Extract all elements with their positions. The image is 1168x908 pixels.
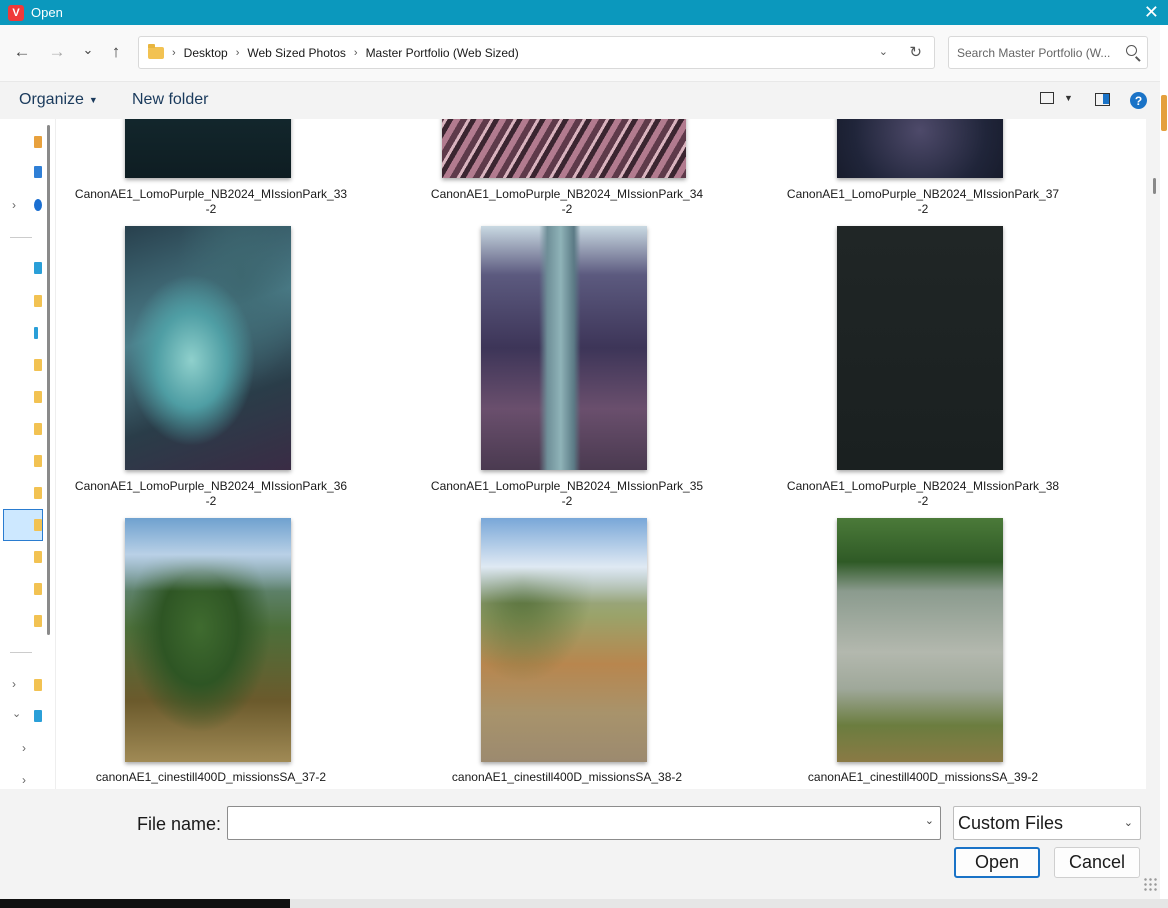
new-folder-button[interactable]: New folder: [132, 91, 208, 109]
file-thumbnail[interactable]: [442, 119, 686, 178]
onedrive-icon[interactable]: [34, 199, 42, 211]
open-button[interactable]: Open: [954, 847, 1040, 878]
folder-icon[interactable]: [34, 295, 42, 307]
folder-icon[interactable]: [34, 487, 42, 499]
window-title: Open: [31, 5, 63, 20]
breadcrumb-chevron-icon: ›: [172, 46, 176, 59]
file-thumbnail[interactable]: [837, 119, 1003, 178]
background-window-edge: [1160, 25, 1168, 908]
chevron-down-icon: ⌄: [1123, 817, 1133, 829]
navigation-pane: › › ⌄ › ›: [0, 119, 56, 789]
preview-pane-icon[interactable]: [1095, 93, 1110, 106]
resize-grip-icon[interactable]: [1143, 877, 1157, 891]
back-arrow-icon[interactable]: ←: [10, 40, 34, 64]
dialog-footer: File name: ⌄ Custom Files ⌄ Open Cancel: [0, 789, 1160, 899]
help-icon[interactable]: ?: [1130, 92, 1147, 109]
file-thumbnail[interactable]: [125, 226, 291, 470]
file-name-label[interactable]: canonAE1_cinestill400D_missionsSA_39-2: [783, 770, 1063, 785]
breadcrumb-master-portfolio[interactable]: Master Portfolio (Web Sized): [366, 46, 519, 60]
file-name-label: File name:: [137, 814, 222, 834]
nav-divider: [10, 652, 32, 653]
file-grid-scrollbar[interactable]: [1146, 119, 1160, 789]
file-name-input[interactable]: [228, 807, 918, 839]
file-name-label[interactable]: CanonAE1_LomoPurple_NB2024_MIssionPark_3…: [71, 187, 351, 217]
file-name-label[interactable]: CanonAE1_LomoPurple_NB2024_MIssionPark_3…: [427, 479, 707, 509]
dropdown-caret-icon: ▼: [1064, 93, 1073, 103]
file-type-select[interactable]: Custom Files ⌄: [953, 806, 1141, 840]
folder-icon[interactable]: [34, 391, 42, 403]
desktop-icon[interactable]: [34, 262, 42, 274]
search-icon[interactable]: [1126, 45, 1137, 56]
file-thumbnail[interactable]: [125, 119, 291, 178]
collapse-chevron-icon[interactable]: ⌄: [12, 707, 21, 720]
folder-icon[interactable]: [34, 455, 42, 467]
taskbar-edge: [0, 899, 1168, 908]
command-bar: Organize ▼ New folder ▼ ?: [0, 81, 1168, 119]
file-name-label[interactable]: canonAE1_cinestill400D_missionsSA_38-2: [427, 770, 707, 785]
expand-chevron-icon[interactable]: ›: [12, 198, 16, 212]
gallery-icon[interactable]: [34, 166, 42, 178]
organize-menu-button[interactable]: Organize ▼: [19, 91, 98, 109]
forward-arrow-icon[interactable]: →: [45, 40, 69, 64]
nav-scrollbar[interactable]: [47, 125, 50, 635]
folder-icon[interactable]: [34, 359, 42, 371]
breadcrumb-desktop[interactable]: Desktop: [184, 46, 228, 60]
breadcrumb-chevron-icon: ›: [235, 46, 240, 59]
file-thumbnail[interactable]: [125, 518, 291, 762]
address-dropdown-chevron-icon[interactable]: ⌄: [879, 45, 888, 58]
file-thumbnail[interactable]: [837, 226, 1003, 470]
change-view-button[interactable]: ▼: [1040, 92, 1073, 104]
up-arrow-icon[interactable]: ↑: [104, 40, 128, 64]
file-thumbnail[interactable]: [481, 518, 647, 762]
expand-chevron-icon[interactable]: ›: [22, 773, 26, 787]
file-grid: CanonAE1_LomoPurple_NB2024_MIssionPark_3…: [56, 119, 1146, 789]
file-name-label[interactable]: CanonAE1_LomoPurple_NB2024_MIssionPark_3…: [783, 187, 1063, 217]
organize-label: Organize: [19, 91, 84, 108]
breadcrumb-chevron-icon: ›: [353, 46, 358, 59]
nav-divider: [10, 237, 32, 238]
dropdown-caret-icon: ▼: [88, 95, 98, 105]
chevron-down-icon[interactable]: ⌄: [925, 814, 934, 827]
file-name-combobox[interactable]: ⌄: [227, 806, 941, 840]
breadcrumb-web-sized-photos[interactable]: Web Sized Photos: [247, 46, 346, 60]
home-icon[interactable]: [34, 136, 42, 148]
expand-chevron-icon[interactable]: ›: [22, 741, 26, 755]
refresh-icon[interactable]: ↻: [909, 43, 922, 61]
view-layout-icon: [1040, 92, 1054, 104]
file-name-label[interactable]: CanonAE1_LomoPurple_NB2024_MIssionPark_3…: [71, 479, 351, 509]
recent-locations-chevron-icon[interactable]: ⌄: [76, 38, 100, 62]
this-pc-icon[interactable]: [34, 710, 42, 722]
search-input[interactable]: [949, 37, 1114, 68]
file-thumbnail[interactable]: [481, 226, 647, 470]
expand-chevron-icon[interactable]: ›: [12, 677, 16, 691]
folder-icon[interactable]: [34, 615, 42, 627]
folder-icon[interactable]: [34, 679, 42, 691]
title-bar: V Open ✕: [0, 0, 1168, 25]
file-name-label[interactable]: CanonAE1_LomoPurple_NB2024_MIssionPark_3…: [427, 187, 707, 217]
folder-icon[interactable]: [34, 519, 42, 531]
address-bar[interactable]: › Desktop › Web Sized Photos › Master Po…: [138, 36, 935, 69]
scrollbar-thumb[interactable]: [1153, 178, 1156, 194]
search-box[interactable]: [948, 36, 1148, 69]
folder-icon[interactable]: [34, 551, 42, 563]
file-thumbnail[interactable]: [837, 518, 1003, 762]
folder-icon: [148, 43, 164, 59]
folder-icon[interactable]: [34, 583, 42, 595]
folder-icon[interactable]: [34, 423, 42, 435]
close-icon[interactable]: ✕: [1144, 2, 1159, 22]
file-type-value: Custom Files: [958, 812, 1064, 833]
file-name-label[interactable]: CanonAE1_LomoPurple_NB2024_MIssionPark_3…: [783, 479, 1063, 509]
navigation-bar: ← → ⌄ ↑ › Desktop › Web Sized Photos › M…: [0, 25, 1168, 81]
cancel-button[interactable]: Cancel: [1054, 847, 1140, 878]
vivaldi-app-icon: V: [8, 4, 24, 21]
file-name-label[interactable]: canonAE1_cinestill400D_missionsSA_37-2: [71, 770, 351, 785]
downloads-icon[interactable]: [34, 327, 38, 339]
